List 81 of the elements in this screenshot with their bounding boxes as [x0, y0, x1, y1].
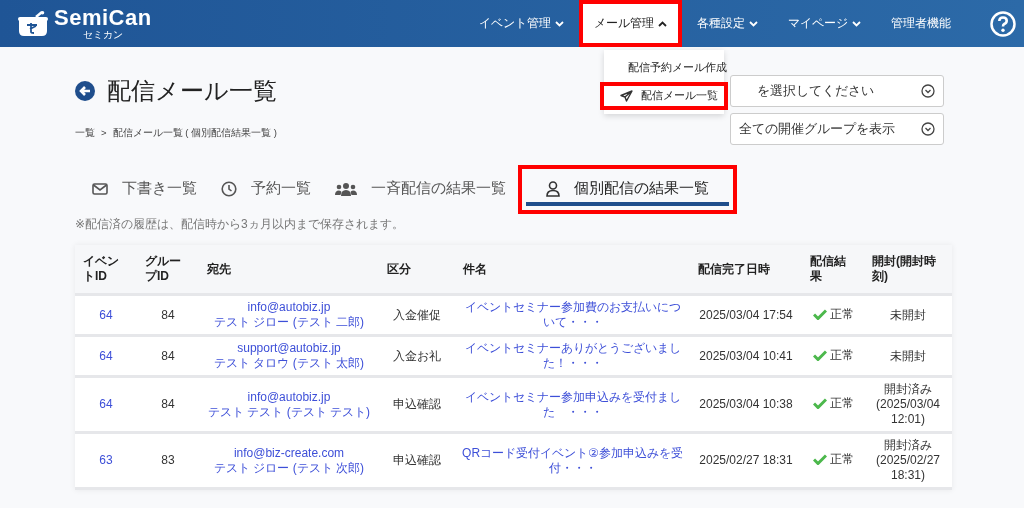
subject-link[interactable]: QRコード受付イベント②参加申込みを受付・・・ — [460, 445, 685, 476]
event-id-link[interactable]: 64 — [99, 307, 113, 322]
nav-item[interactable]: メール管理 — [579, 0, 682, 47]
category: 入金お礼 — [393, 348, 441, 363]
subject-link[interactable]: イベントセミナー参加費のお支払いについて・・・ — [460, 300, 685, 330]
open-status: 未開封 — [890, 348, 926, 363]
open-status: 開封済み (2025/02/27 18:31) — [875, 438, 941, 482]
category: 申込確認 — [393, 453, 441, 467]
email-link[interactable]: info@biz-create.com — [233, 445, 345, 461]
pot-logo-icon — [18, 10, 48, 37]
event-id-link[interactable]: 64 — [99, 397, 113, 411]
brand-reading: セミカン — [82, 29, 123, 40]
breadcrumb-separator: > — [101, 127, 107, 140]
completed-time: 2025/02/27 18:31 — [699, 453, 793, 467]
subject-link[interactable]: イベントセミナーありがとうございました！・・・ — [460, 341, 685, 371]
delivery-result: 正常 — [829, 452, 854, 467]
chevron-icon — [555, 20, 564, 27]
delivery-result: 正常 — [829, 347, 854, 363]
chevron-icon — [852, 20, 861, 27]
completed-time: 2025/03/04 10:41 — [699, 348, 793, 363]
column-header: 配信完了日時 — [690, 245, 802, 295]
paper-plane-icon — [620, 90, 633, 102]
tab[interactable]: 一斉配信の結果一覧 — [331, 173, 526, 206]
subject-link[interactable]: イベントセミナー参加申込みを受付ました ・・・ — [460, 389, 685, 420]
email-link[interactable]: support@autobiz.jp — [237, 341, 341, 356]
column-header: 宛先 — [199, 245, 379, 295]
nav-item[interactable]: 管理者機能 — [876, 0, 966, 47]
tab[interactable]: 予約一覧 — [217, 173, 331, 206]
chevron-icon — [749, 20, 758, 27]
help-icon[interactable] — [990, 10, 1016, 37]
completed-time: 2025/03/04 17:54 — [699, 307, 793, 322]
column-header: イベントID — [75, 245, 137, 295]
check-icon — [812, 398, 827, 409]
back-icon[interactable] — [75, 81, 95, 101]
nav-item[interactable]: 各種設定 — [682, 0, 773, 47]
tab[interactable]: 個別配信の結果一覧 — [526, 173, 729, 206]
select-field[interactable]: を選択してください — [730, 75, 944, 107]
check-icon — [812, 454, 827, 465]
column-header: 区分 — [379, 245, 455, 295]
delivery-result: 正常 — [829, 306, 854, 322]
check-icon — [812, 308, 827, 320]
event-id-link[interactable]: 63 — [99, 453, 113, 467]
group-icon — [335, 181, 357, 196]
clock-icon — [221, 180, 237, 197]
open-status: 開封済み (2025/03/04 12:01) — [875, 382, 941, 426]
check-icon — [812, 349, 827, 361]
column-header: 件名 — [455, 245, 690, 295]
tab[interactable]: 下書き一覧 — [88, 173, 217, 206]
page-title: 配信メール一覧 — [107, 76, 277, 106]
column-header: 開封(開封時刻) — [864, 245, 952, 295]
completed-time: 2025/03/04 10:38 — [699, 397, 793, 411]
menu-item[interactable]: 配信メール一覧 — [600, 82, 728, 110]
dropdown-icon — [921, 84, 935, 98]
group-id: 83 — [161, 453, 175, 467]
recipient-name-link[interactable]: テスト ジロー (テスト 二郎) — [214, 315, 364, 330]
nav-item[interactable]: マイページ — [773, 0, 876, 47]
person-icon — [546, 180, 560, 197]
nav-item[interactable]: イベント管理 — [464, 0, 579, 47]
delivery-result: 正常 — [829, 396, 854, 411]
brand-name: SemiCan — [54, 7, 152, 29]
select-field[interactable]: 全ての開催グループを表示 — [730, 113, 944, 145]
recipient-name-link[interactable]: テスト ジロー (テスト 次郎) — [214, 460, 364, 476]
chevron-icon — [658, 20, 667, 27]
breadcrumb-item: 配信メール一覧 ( 個別配信結果一覧 ) — [112, 127, 277, 140]
breadcrumb-item[interactable]: 一覧 — [75, 127, 95, 140]
group-id: 84 — [161, 348, 175, 363]
email-link[interactable]: info@autobiz.jp — [247, 300, 331, 315]
category: 申込確認 — [393, 397, 441, 411]
event-id-link[interactable]: 64 — [99, 348, 113, 363]
retention-note: ※配信済の履歴は、配信時から3ヵ月以内まで保存されます。 — [75, 216, 405, 233]
column-header: グループID — [137, 245, 199, 295]
open-status: 未開封 — [890, 307, 926, 322]
group-id: 84 — [161, 307, 175, 322]
recipient-name-link[interactable]: テスト テスト (テスト テスト) — [208, 404, 370, 420]
category: 入金催促 — [393, 307, 441, 322]
email-link[interactable]: info@autobiz.jp — [247, 389, 331, 405]
mail-icon — [92, 182, 108, 195]
dropdown-icon — [921, 122, 935, 136]
group-id: 84 — [161, 397, 175, 411]
recipient-name-link[interactable]: テスト タロウ (テスト 太郎) — [214, 356, 364, 371]
column-header: 配信結果 — [802, 245, 864, 295]
